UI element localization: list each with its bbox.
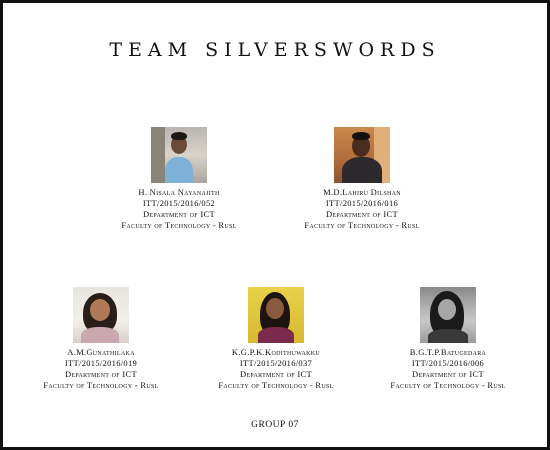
member-department: Department of ICT xyxy=(412,369,484,379)
member-department: Department of ICT xyxy=(326,209,398,219)
member-name: B.G.T.P.Batugedara xyxy=(409,347,487,357)
member-photo xyxy=(73,287,129,343)
team-page: TEAM SILVERSWORDS H. Nisala Nayanajith I… xyxy=(0,0,550,450)
member-name: A.M.Gunathilaka xyxy=(67,347,135,357)
member-card: M.D.Lahiru Dilshan ITT/2015/2016/016 Dep… xyxy=(267,127,457,231)
member-id: ITT/2015/2016/019 xyxy=(64,358,138,368)
member-id: ITT/2015/2016/006 xyxy=(411,358,485,368)
member-photo xyxy=(248,287,304,343)
member-card: H. Nisala Nayanajith ITT/2015/2016/052 D… xyxy=(84,127,274,231)
member-faculty: Faculty of Technology - Rusl xyxy=(218,380,334,390)
member-faculty: Faculty of Technology - Rusl xyxy=(121,220,237,230)
member-photo xyxy=(151,127,207,183)
member-name: H. Nisala Nayanajith xyxy=(138,187,220,197)
member-department: Department of ICT xyxy=(65,369,137,379)
member-faculty: Faculty of Technology - Rusl xyxy=(304,220,420,230)
member-id: ITT/2015/2016/037 xyxy=(239,358,313,368)
member-card: K.G.P.K.Kodithuwakku ITT/2015/2016/037 D… xyxy=(181,287,371,391)
member-name: K.G.P.K.Kodithuwakku xyxy=(231,347,321,357)
member-id: ITT/2015/2016/052 xyxy=(142,198,216,208)
member-id: ITT/2015/2016/016 xyxy=(325,198,399,208)
member-photo xyxy=(334,127,390,183)
member-department: Department of ICT xyxy=(240,369,312,379)
member-name: M.D.Lahiru Dilshan xyxy=(323,187,401,197)
member-photo xyxy=(420,287,476,343)
member-card: B.G.T.P.Batugedara ITT/2015/2016/006 Dep… xyxy=(353,287,543,391)
group-label: GROUP 07 xyxy=(251,420,299,430)
page-title: TEAM SILVERSWORDS xyxy=(109,39,441,61)
member-faculty: Faculty of Technology - Rusl xyxy=(43,380,159,390)
member-card: A.M.Gunathilaka ITT/2015/2016/019 Depart… xyxy=(6,287,196,391)
member-faculty: Faculty of Technology - Rusl xyxy=(390,380,506,390)
member-department: Department of ICT xyxy=(143,209,215,219)
